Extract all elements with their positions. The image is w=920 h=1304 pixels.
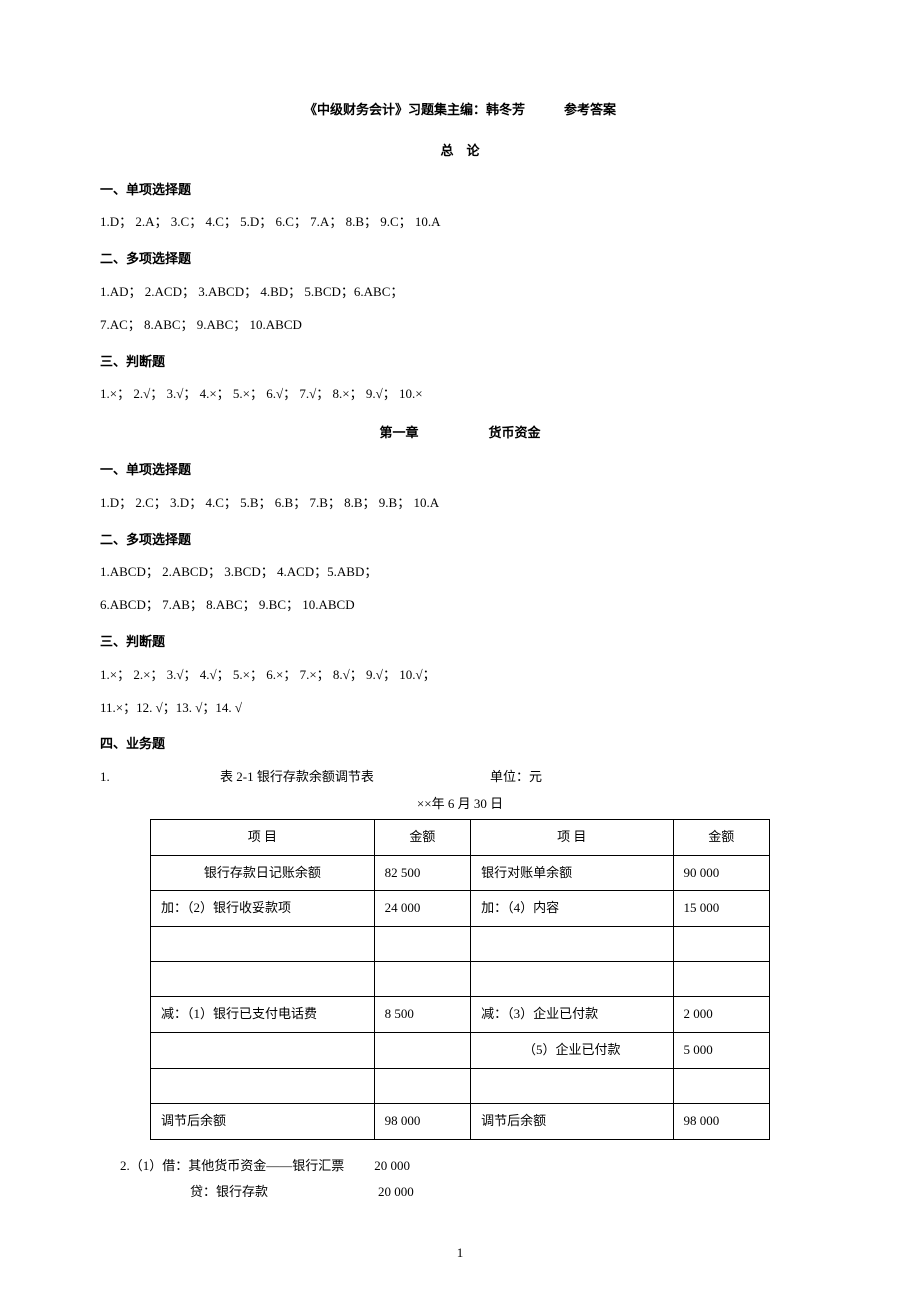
journal-entry-credit: 贷：银行存款 20 000 xyxy=(190,1182,820,1203)
table-row: 银行存款日记账余额 82 500 银行对账单余额 90 000 xyxy=(151,855,770,891)
cell: 98 000 xyxy=(374,1103,470,1139)
chapter1-name: 货币资金 xyxy=(489,423,541,444)
intro-multi-heading: 二、多项选择题 xyxy=(100,249,820,270)
ch1-business-heading: 四、业务题 xyxy=(100,734,820,755)
chapter1-heading: 第一章 货币资金 xyxy=(100,423,820,444)
cell xyxy=(471,1068,673,1103)
ch1-single-answers: 1.D； 2.C； 3.D； 4.C； 5.B； 6.B； 7.B； 8.B； … xyxy=(100,493,820,514)
ch1-judge-heading: 三、判断题 xyxy=(100,632,820,653)
cell xyxy=(471,927,673,962)
intro-multi-answers-2: 7.AC； 8.ABC； 9.ABC； 10.ABCD xyxy=(100,315,820,336)
cell: （5）企业已付款 xyxy=(471,1032,673,1068)
cell xyxy=(151,927,375,962)
cell xyxy=(673,927,769,962)
table-date: ××年 6 月 30 日 xyxy=(100,794,820,815)
entry-debit-amount: 20 000 xyxy=(374,1158,410,1173)
cell: 加：（4）内容 xyxy=(471,891,673,927)
chapter1-label: 第一章 xyxy=(379,423,418,444)
th-amount-left: 金额 xyxy=(374,819,470,855)
reconciliation-table: 项 目 金额 项 目 金额 银行存款日记账余额 82 500 银行对账单余额 9… xyxy=(150,819,770,1140)
ch1-judge-answers-2: 11.×；12. √；13. √；14. √ xyxy=(100,698,820,719)
cell: 银行对账单余额 xyxy=(471,855,673,891)
table-caption-num: 1. xyxy=(100,767,220,788)
th-amount-right: 金额 xyxy=(673,819,769,855)
table-row: 减：（1）银行已支付电话费 8 500 减：（3）企业已付款 2 000 xyxy=(151,997,770,1033)
table-caption-unit: 单位：元 xyxy=(490,767,542,788)
cell xyxy=(471,962,673,997)
table-row xyxy=(151,927,770,962)
ch1-multi-answers-1: 1.ABCD； 2.ABCD； 3.BCD； 4.ACD；5.ABD； xyxy=(100,562,820,583)
cell xyxy=(151,1068,375,1103)
entry-debit-label: 2.（1）借：其他货币资金——银行汇票 xyxy=(120,1158,344,1173)
ch1-multi-heading: 二、多项选择题 xyxy=(100,530,820,551)
cell: 98 000 xyxy=(673,1103,769,1139)
cell: 82 500 xyxy=(374,855,470,891)
doc-subtitle: 总 论 xyxy=(100,141,820,162)
cell: 90 000 xyxy=(673,855,769,891)
cell xyxy=(374,1032,470,1068)
doc-title: 《中级财务会计》习题集主编：韩冬芳 参考答案 xyxy=(100,100,820,121)
table-row: 加：（2）银行收妥款项 24 000 加：（4）内容 15 000 xyxy=(151,891,770,927)
table-row xyxy=(151,962,770,997)
intro-judge-answers: 1.×； 2.√； 3.√； 4.×； 5.×； 6.√； 7.√； 8.×； … xyxy=(100,384,820,405)
ch1-single-heading: 一、单项选择题 xyxy=(100,460,820,481)
ch1-multi-answers-2: 6.ABCD； 7.AB； 8.ABC； 9.BC； 10.ABCD xyxy=(100,595,820,616)
ch1-judge-answers-1: 1.×； 2.×； 3.√； 4.√； 5.×； 6.×； 7.×； 8.√； … xyxy=(100,665,820,686)
entry-credit-amount: 20 000 xyxy=(378,1184,414,1199)
cell xyxy=(374,1068,470,1103)
cell xyxy=(673,962,769,997)
cell: 加：（2）银行收妥款项 xyxy=(151,891,375,927)
th-item-left: 项 目 xyxy=(151,819,375,855)
cell: 5 000 xyxy=(673,1032,769,1068)
table-caption: 1. 表 2-1 银行存款余额调节表 单位：元 xyxy=(100,767,820,788)
journal-entry-debit: 2.（1）借：其他货币资金——银行汇票 20 000 xyxy=(120,1156,820,1177)
cell: 减：（1）银行已支付电话费 xyxy=(151,997,375,1033)
intro-single-heading: 一、单项选择题 xyxy=(100,180,820,201)
page-number: 1 xyxy=(100,1243,820,1264)
table-row: （5）企业已付款 5 000 xyxy=(151,1032,770,1068)
intro-single-answers: 1.D； 2.A； 3.C； 4.C； 5.D； 6.C； 7.A； 8.B； … xyxy=(100,212,820,233)
cell: 银行存款日记账余额 xyxy=(151,855,375,891)
cell: 2 000 xyxy=(673,997,769,1033)
cell xyxy=(374,962,470,997)
table-row: 调节后余额 98 000 调节后余额 98 000 xyxy=(151,1103,770,1139)
cell xyxy=(151,1032,375,1068)
cell: 减：（3）企业已付款 xyxy=(471,997,673,1033)
cell: 8 500 xyxy=(374,997,470,1033)
cell: 调节后余额 xyxy=(471,1103,673,1139)
cell: 调节后余额 xyxy=(151,1103,375,1139)
entry-credit-label: 贷：银行存款 xyxy=(190,1184,268,1199)
cell xyxy=(151,962,375,997)
table-row: 项 目 金额 项 目 金额 xyxy=(151,819,770,855)
cell xyxy=(673,1068,769,1103)
intro-multi-answers-1: 1.AD； 2.ACD； 3.ABCD； 4.BD； 5.BCD；6.ABC； xyxy=(100,282,820,303)
cell: 24 000 xyxy=(374,891,470,927)
intro-judge-heading: 三、判断题 xyxy=(100,352,820,373)
table-caption-title: 表 2-1 银行存款余额调节表 xyxy=(220,767,490,788)
cell xyxy=(374,927,470,962)
cell: 15 000 xyxy=(673,891,769,927)
th-item-right: 项 目 xyxy=(471,819,673,855)
table-row xyxy=(151,1068,770,1103)
